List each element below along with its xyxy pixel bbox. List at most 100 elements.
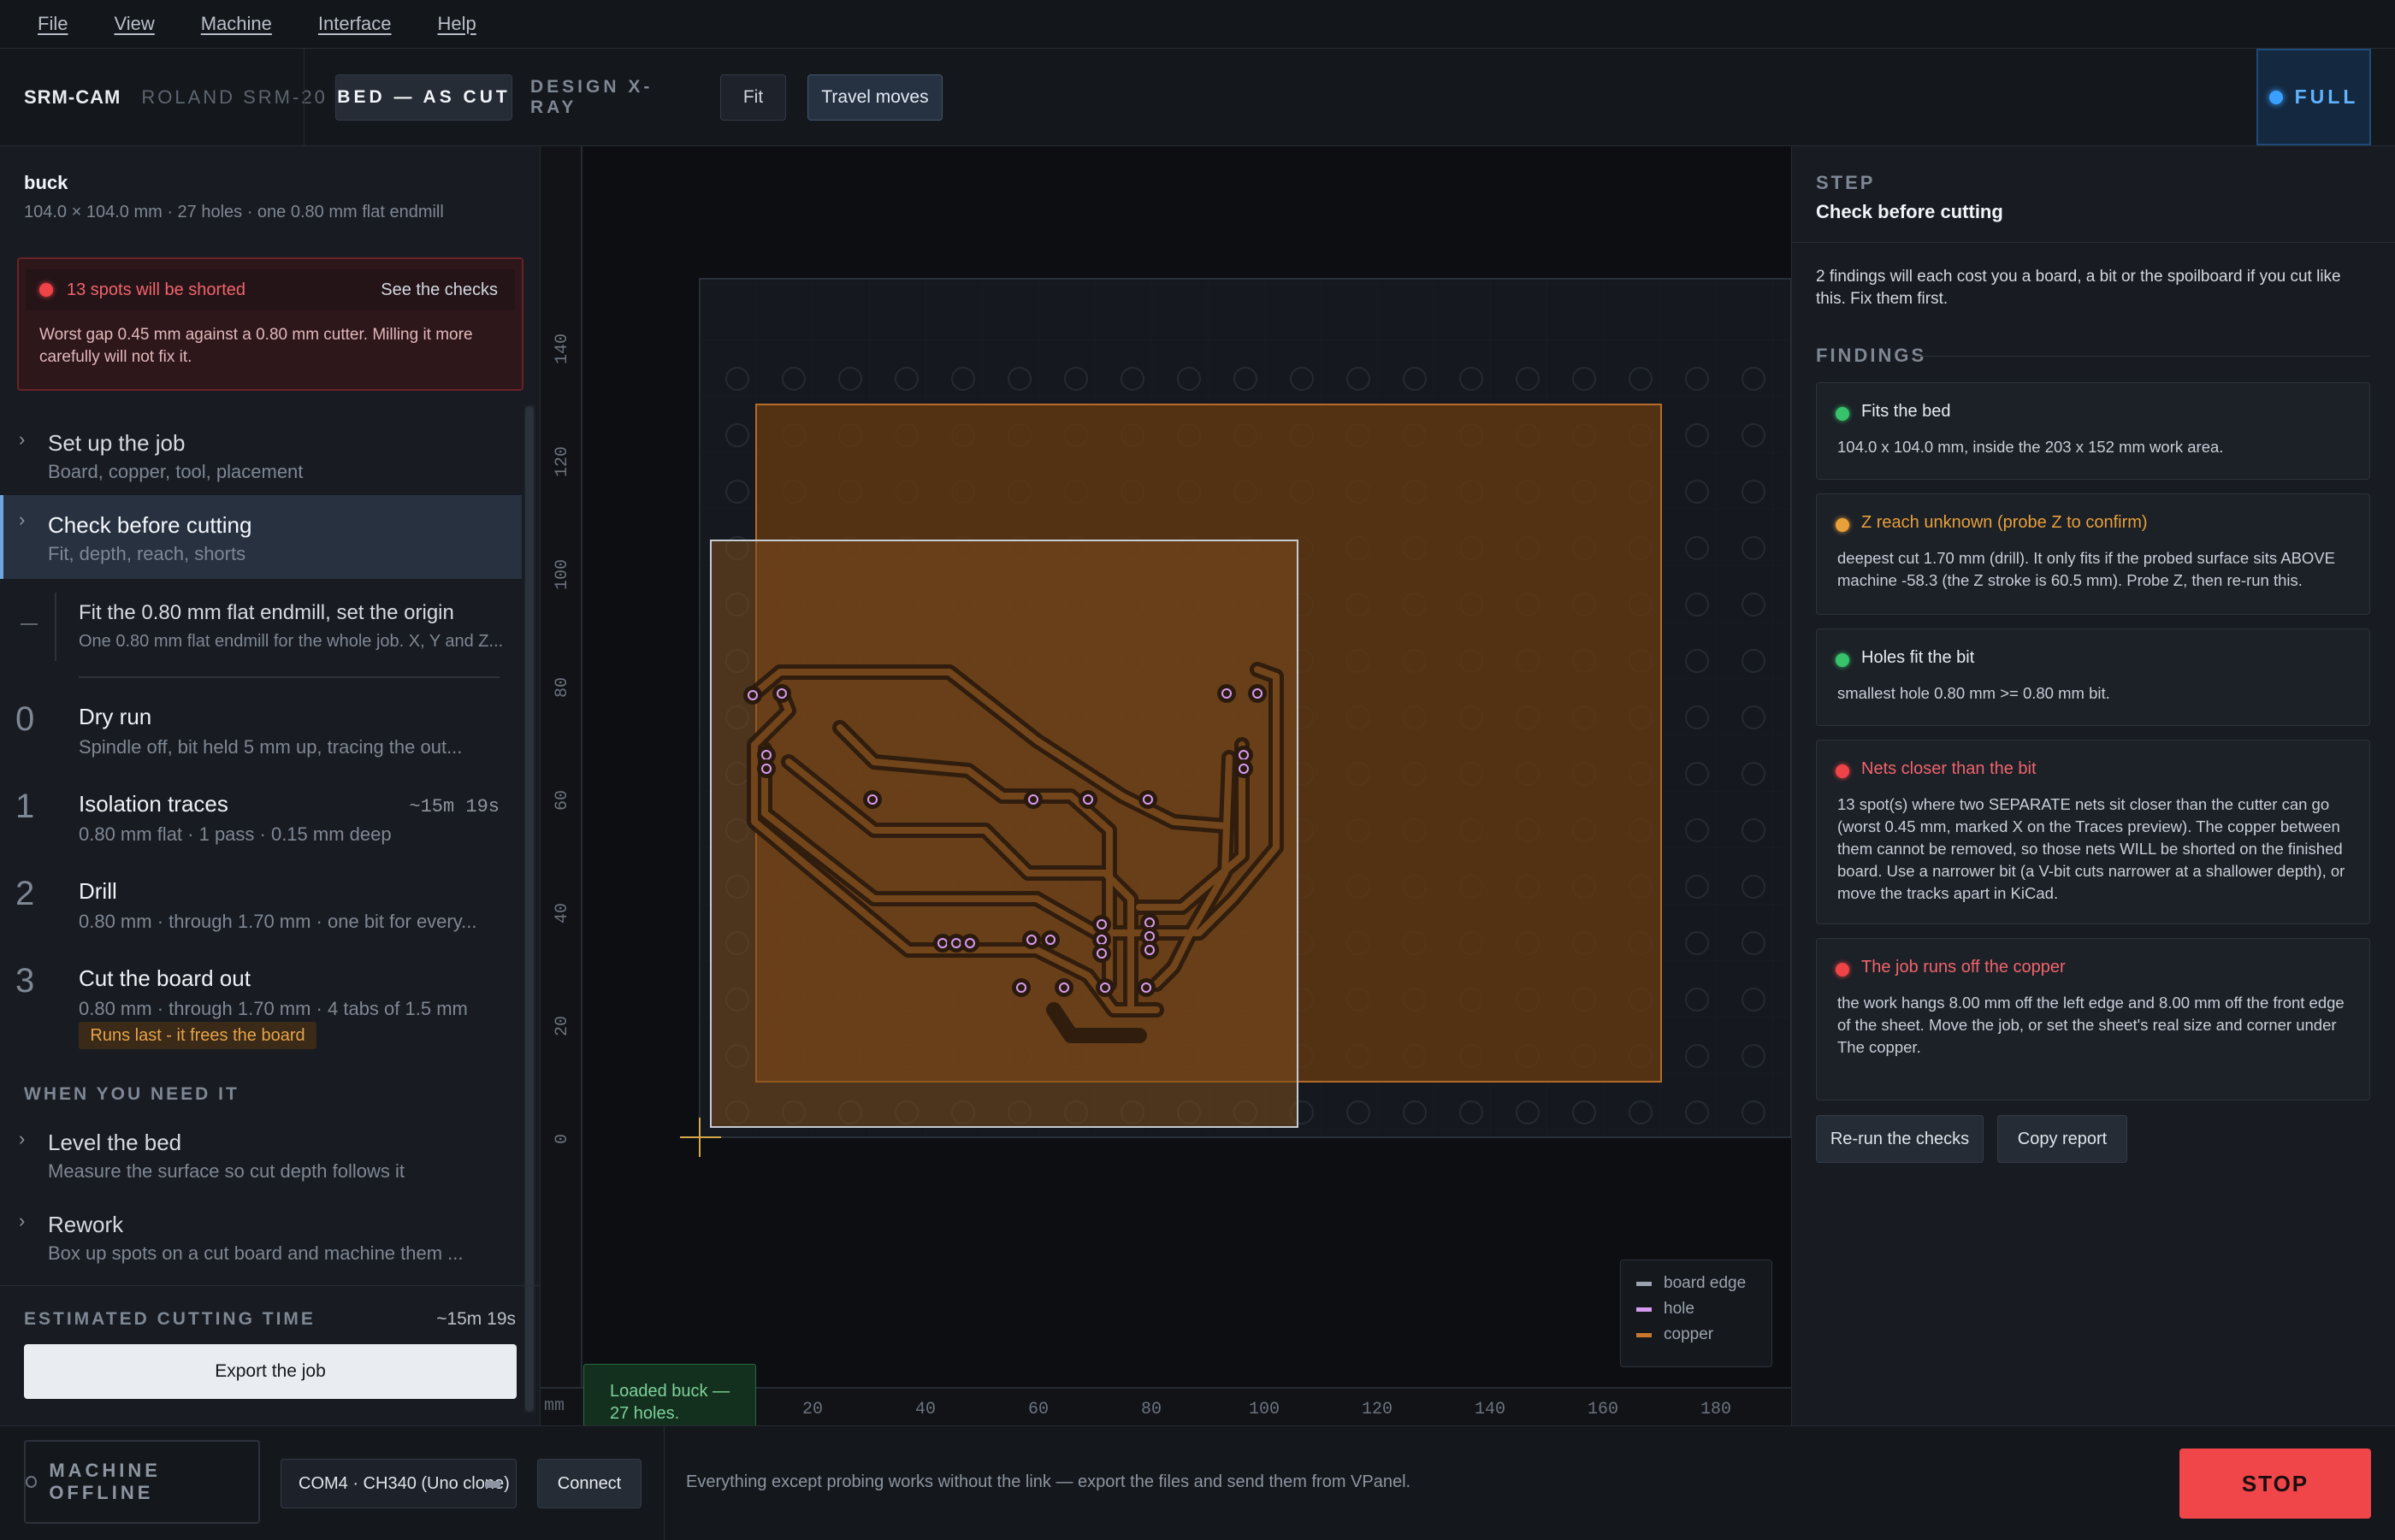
full-label: FULL bbox=[2294, 86, 2359, 108]
legend-swatch bbox=[1636, 1307, 1652, 1312]
bottom-bar: MACHINE OFFLINE COM4 · CH340 (Uno clone)… bbox=[0, 1425, 2395, 1540]
legend-board-edge: board edge bbox=[1636, 1274, 1746, 1293]
op-drill[interactable]: 2 Drill 0.80 mm · through 1.70 mm · one … bbox=[0, 864, 522, 950]
error-dot-icon bbox=[1836, 963, 1849, 977]
op-title: Dry run bbox=[79, 704, 152, 729]
menu-view[interactable]: View bbox=[114, 13, 154, 35]
pad bbox=[1079, 790, 1097, 809]
x-tick-label: 120 bbox=[1362, 1400, 1393, 1419]
pad bbox=[743, 686, 762, 705]
divider bbox=[664, 1426, 665, 1540]
x-tick-label: 160 bbox=[1588, 1400, 1618, 1419]
menu-file[interactable]: File bbox=[38, 13, 68, 35]
runs-last-badge: Runs last - it frees the board bbox=[79, 1022, 316, 1049]
y-tick-label: 140 bbox=[553, 333, 572, 364]
fit-button[interactable]: Fit bbox=[720, 74, 786, 121]
stop-button[interactable]: STOP bbox=[2179, 1449, 2371, 1519]
step-connector bbox=[55, 593, 56, 661]
alert-header: 13 spots will be shorted See the checks bbox=[26, 269, 515, 310]
copy-report-button[interactable]: Copy report bbox=[1997, 1115, 2127, 1163]
op-dry-run[interactable]: 0 Dry run Spindle off, bit held 5 mm up,… bbox=[0, 690, 522, 776]
pad bbox=[1055, 978, 1073, 997]
connect-button[interactable]: Connect bbox=[537, 1459, 642, 1508]
rerun-checks-button[interactable]: Re-run the checks bbox=[1816, 1115, 1984, 1163]
step-subtitle: Measure the surface so cut depth follows… bbox=[48, 1160, 405, 1182]
full-view-toggle[interactable]: FULL bbox=[2256, 49, 2371, 145]
error-dot-icon bbox=[1836, 764, 1849, 778]
op-number: 0 bbox=[15, 700, 35, 738]
legend: board edge hole copper bbox=[1620, 1260, 1772, 1367]
menu-help[interactable]: Help bbox=[438, 13, 476, 35]
dash-icon bbox=[21, 623, 38, 625]
port-select[interactable]: COM4 · CH340 (Uno clone) bbox=[281, 1459, 517, 1508]
status-dot-icon bbox=[2268, 90, 2283, 104]
chevron-right-icon: › bbox=[19, 1128, 26, 1149]
step-level-bed[interactable]: › Level the bed Measure the surface so c… bbox=[0, 1121, 522, 1198]
pad bbox=[961, 934, 979, 953]
finding-z-reach: Z reach unknown (probe Z to confirm) dee… bbox=[1816, 493, 2370, 615]
step-fit-endmill[interactable]: Fit the 0.80 mm flat endmill, set the or… bbox=[0, 584, 522, 670]
finding-nets-closer: Nets closer than the bit 13 spot(s) wher… bbox=[1816, 740, 2370, 924]
step-title: Check before cutting bbox=[48, 512, 252, 538]
x-tick-label: 180 bbox=[1700, 1400, 1731, 1419]
pad bbox=[1248, 684, 1267, 703]
bed-preview[interactable]: 20 40 60 80 100 120 140 160 180 140 120 100 80 60 40 2… bbox=[541, 146, 1791, 1425]
legend-label: board edge bbox=[1664, 1274, 1747, 1292]
pad bbox=[1140, 941, 1159, 959]
finding-body: the work hangs 8.00 mm off the left edge… bbox=[1837, 994, 2345, 1056]
bed-canvas[interactable]: 20 40 60 80 100 120 140 160 180 140 120 100 80 60 40 2… bbox=[541, 146, 1791, 1439]
op-title: Cut the board out bbox=[79, 965, 251, 991]
findings-intro: 2 findings will each cost you a board, a… bbox=[1816, 268, 2341, 308]
travel-moves-toggle[interactable]: Travel moves bbox=[807, 74, 943, 121]
y-tick-label: 0 bbox=[553, 1134, 572, 1144]
offline-hint: Everything except probing works without … bbox=[686, 1472, 1411, 1491]
finding-body: 104.0 x 104.0 mm, inside the 203 x 152 m… bbox=[1837, 438, 2224, 456]
chevron-right-icon: › bbox=[19, 428, 26, 450]
op-subtitle: 0.80 mm · through 1.70 mm · one bit for … bbox=[79, 911, 477, 932]
pad bbox=[1041, 930, 1060, 949]
op-isolation-traces[interactable]: 1 Isolation traces ~15m 19s 0.80 mm flat… bbox=[0, 777, 522, 863]
estimate-label: ESTIMATED CUTTING TIME bbox=[24, 1309, 316, 1329]
divider bbox=[0, 1285, 541, 1286]
pad bbox=[1022, 930, 1041, 949]
step-title: Level the bed bbox=[48, 1130, 182, 1155]
menu-interface[interactable]: Interface bbox=[318, 13, 392, 35]
scrollbar-thumb[interactable] bbox=[525, 406, 534, 1412]
machine-status-label: MACHINE OFFLINE bbox=[49, 1460, 161, 1503]
finding-title: The job runs off the copper bbox=[1861, 958, 2066, 977]
menu-machine[interactable]: Machine bbox=[201, 13, 272, 35]
finding-body: 13 spot(s) where two SEPARATE nets sit c… bbox=[1837, 795, 2345, 902]
finding-title: Fits the bed bbox=[1861, 402, 1951, 421]
see-checks-link[interactable]: See the checks bbox=[381, 280, 498, 300]
legend-swatch bbox=[1636, 1332, 1652, 1337]
step-title: Set up the job bbox=[48, 430, 186, 456]
op-subtitle: 0.80 mm flat · 1 pass · 0.15 mm deep bbox=[79, 823, 392, 845]
y-tick-label: 100 bbox=[553, 559, 572, 590]
y-tick-label: 20 bbox=[553, 1016, 572, 1036]
x-tick-label: 20 bbox=[802, 1400, 823, 1419]
pad bbox=[863, 790, 882, 809]
tab-design-xray[interactable]: DESIGN X-RAY bbox=[530, 74, 680, 121]
job-name: buck bbox=[24, 172, 68, 193]
step-check-before-cutting[interactable]: › Check before cutting Fit, depth, reach… bbox=[0, 495, 522, 579]
export-job-button[interactable]: Export the job bbox=[24, 1344, 517, 1399]
ok-dot-icon bbox=[1836, 653, 1849, 667]
finding-body: deepest cut 1.70 mm (drill). It only fit… bbox=[1837, 549, 2335, 589]
divider bbox=[79, 676, 500, 678]
divider bbox=[1915, 356, 2370, 357]
divider bbox=[1792, 242, 2395, 243]
job-header: buck 104.0 × 104.0 mm · 27 holes · one 0… bbox=[24, 172, 444, 222]
pad bbox=[757, 759, 776, 778]
ok-dot-icon bbox=[1836, 407, 1849, 421]
tab-bed-as-cut[interactable]: BED — AS CUT bbox=[335, 74, 512, 121]
y-tick-label: 60 bbox=[553, 790, 572, 811]
step-set-up-job[interactable]: › Set up the job Board, copper, tool, pl… bbox=[0, 420, 522, 497]
op-number: 3 bbox=[15, 962, 35, 1000]
when-you-need-it-heading: WHEN YOU NEED IT bbox=[24, 1084, 240, 1104]
pad bbox=[1138, 790, 1157, 809]
left-panel: buck 104.0 × 104.0 mm · 27 holes · one 0… bbox=[0, 146, 541, 1425]
machine-name: ROLAND SRM-20 bbox=[141, 86, 328, 108]
legend-hole: hole bbox=[1636, 1300, 1694, 1319]
step-rework[interactable]: › Rework Box up spots on a cut board and… bbox=[0, 1203, 522, 1280]
op-title: Drill bbox=[79, 878, 117, 904]
